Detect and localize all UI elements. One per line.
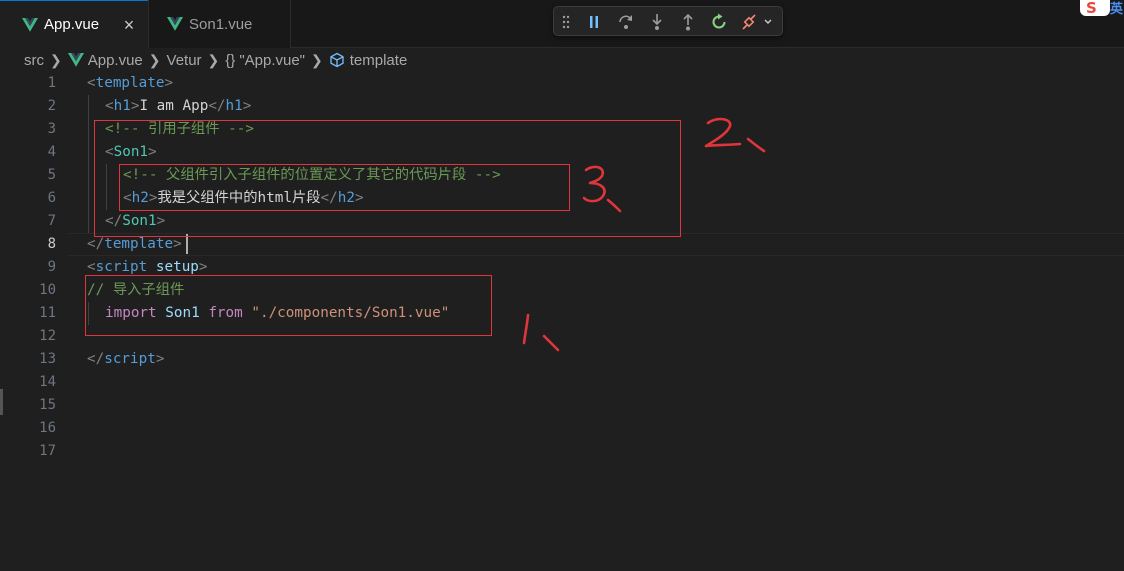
step-into-icon[interactable]	[647, 12, 667, 32]
annotation-mark-1	[522, 313, 560, 352]
tab-app-vue[interactable]: App.vue ×	[0, 0, 148, 48]
pause-icon[interactable]	[584, 12, 604, 32]
debug-toolbar	[553, 6, 783, 36]
breadcrumb-item-template[interactable]: template	[350, 52, 408, 69]
chevron-right-icon: ❯	[207, 51, 220, 68]
line-number: 15	[39, 397, 56, 413]
line-number: 13	[39, 351, 56, 367]
line-number: 1	[47, 75, 56, 91]
line-number: 12	[39, 328, 56, 344]
breadcrumb: src ❯ App.vue ❯ Vetur ❯ {} "App.vue" ❯ t…	[0, 48, 1124, 72]
code-line-13: </script>	[87, 351, 165, 367]
step-out-icon[interactable]	[678, 12, 698, 32]
line-number: 16	[39, 420, 56, 436]
step-over-icon[interactable]	[616, 12, 636, 32]
breadcrumb-item-module[interactable]: "App.vue"	[239, 52, 305, 69]
line-number: 4	[47, 144, 56, 160]
line-number: 14	[39, 374, 56, 390]
vue-icon	[22, 17, 38, 32]
disconnect-icon[interactable]	[740, 12, 776, 32]
chevron-right-icon: ❯	[148, 51, 161, 68]
code-line-2: <h1>I am App</h1>	[105, 98, 252, 114]
text-cursor	[186, 234, 188, 254]
braces-icon: {}	[225, 51, 236, 69]
breadcrumb-item-src[interactable]: src	[24, 52, 44, 69]
line-number: 2	[47, 98, 56, 114]
sash-marker	[0, 389, 3, 415]
vue-icon	[167, 17, 183, 31]
tab-label: App.vue	[44, 16, 100, 33]
ime-icon: S 英	[1080, 0, 1124, 16]
annotation-mark-2	[704, 117, 766, 153]
tab-son1-vue[interactable]: Son1.vue	[148, 0, 291, 48]
line-number: 11	[39, 305, 56, 321]
line-number: 6	[47, 190, 56, 206]
annotation-mark-3	[582, 165, 622, 213]
svg-text:英: 英	[1109, 1, 1124, 16]
restart-icon[interactable]	[709, 12, 729, 32]
chevron-right-icon: ❯	[311, 51, 323, 68]
line-number: 3	[47, 121, 56, 137]
code-line-1: <template>	[87, 75, 174, 91]
line-number: 9	[47, 259, 56, 275]
annotation-box-3	[119, 164, 570, 211]
svg-text:S: S	[1086, 0, 1097, 16]
breadcrumb-item-vetur[interactable]: Vetur	[167, 52, 202, 69]
annotation-box-1	[85, 275, 492, 336]
indent-guide	[88, 95, 89, 233]
drag-handle-icon[interactable]	[560, 12, 572, 32]
close-icon[interactable]: ×	[120, 16, 138, 34]
line-number-current: 8	[47, 236, 56, 252]
tab-label: Son1.vue	[189, 15, 253, 33]
breadcrumb-item-file[interactable]: App.vue	[88, 52, 143, 69]
cube-icon	[330, 52, 344, 68]
vue-icon	[67, 53, 84, 67]
line-number: 5	[47, 167, 56, 183]
chevron-right-icon: ❯	[50, 51, 62, 68]
line-number: 7	[47, 213, 56, 229]
line-number: 17	[39, 443, 56, 459]
line-number: 10	[39, 282, 56, 298]
